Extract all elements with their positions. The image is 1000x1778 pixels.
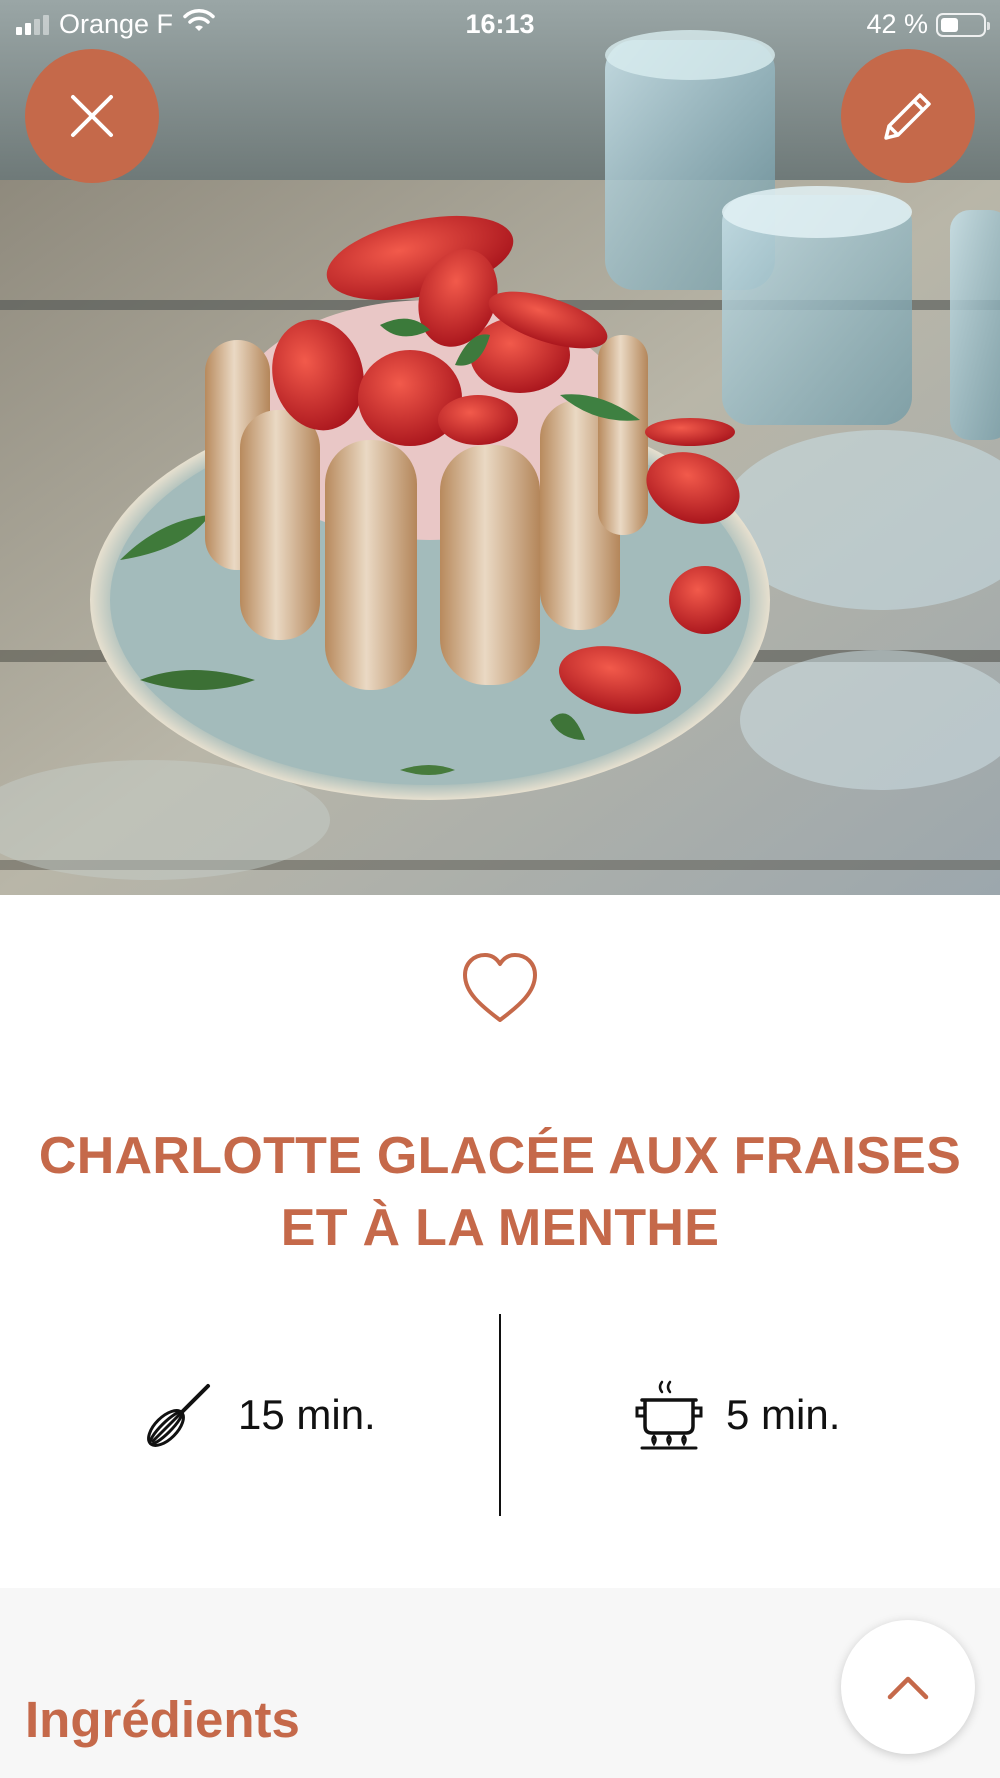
prep-time: 15 min. <box>142 1378 376 1452</box>
ingredients-heading: Ingrédients <box>25 1691 300 1748</box>
battery-icon <box>936 12 990 37</box>
cook-time-value: 5 min. <box>726 1391 841 1438</box>
chevron-up-icon <box>887 1676 929 1700</box>
recipe-title: CHARLOTTE GLACÉE AUX FRAISES ET À LA MEN… <box>38 1127 962 1257</box>
edit-button[interactable] <box>841 49 975 183</box>
favorite-button[interactable] <box>460 950 540 1026</box>
times-divider <box>499 1314 501 1516</box>
recipe-screen: Orange F 16:13 42 % CHARLOTTE GLACÉE AUX… <box>0 0 1000 1778</box>
status-time: 16:13 <box>465 9 535 39</box>
battery-fill <box>941 17 958 32</box>
pencil-icon <box>884 93 931 140</box>
scroll-to-top-button[interactable] <box>841 1620 975 1754</box>
cooking-pot-icon <box>635 1380 703 1450</box>
heart-outline-icon <box>463 953 537 1022</box>
close-button[interactable] <box>25 49 159 183</box>
cook-time: 5 min. <box>634 1378 840 1452</box>
status-bar: Orange F 16:13 42 % <box>0 0 1000 50</box>
prep-time-value: 15 min. <box>238 1391 376 1438</box>
recipe-times: 15 min. 5 min. <box>0 1314 1000 1516</box>
battery-percentage: 42 % <box>866 9 928 39</box>
whisk-icon <box>147 1384 210 1447</box>
status-right: 42 % <box>866 9 990 40</box>
close-icon <box>71 95 113 137</box>
